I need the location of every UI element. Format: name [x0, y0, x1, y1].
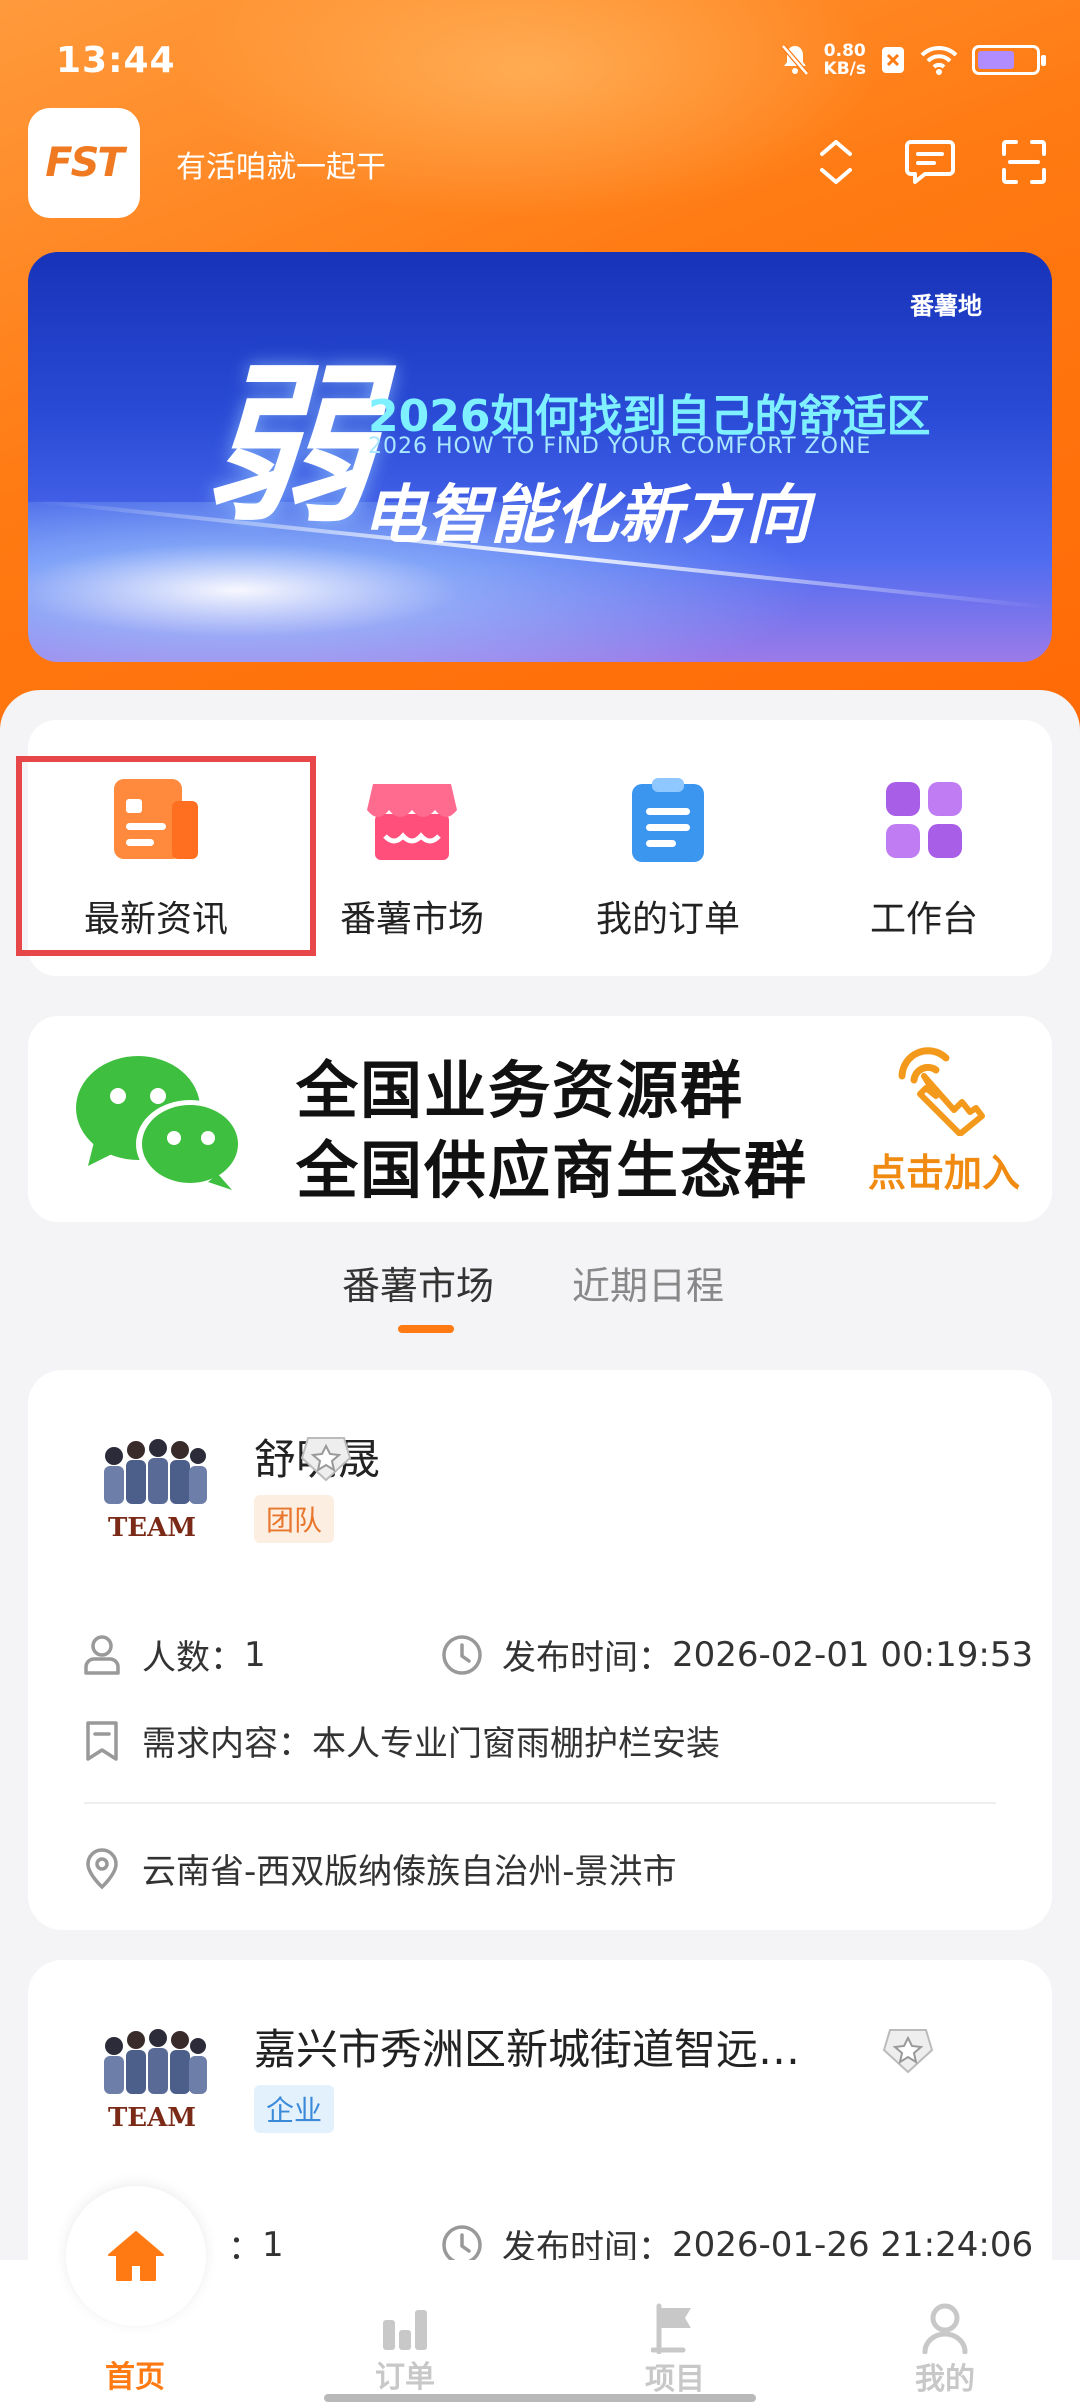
tab-market[interactable]: 番薯市场: [342, 1255, 494, 1310]
location-value: 云南省-西双版纳傣族自治州-景洪市: [142, 1852, 677, 1892]
nav-mine[interactable]: 我的: [810, 2260, 1080, 2408]
star-badge-icon: [882, 2029, 934, 2074]
nav-orders-label: 订单: [375, 2360, 435, 2395]
nav-mine-label: 我的: [915, 2362, 975, 2397]
gesture-bar: [324, 2394, 756, 2402]
battery-level: [978, 51, 1015, 69]
time-value: 2026-01-26 21:24:06: [672, 2224, 1034, 2265]
clipboard-icon: [620, 772, 716, 868]
wechat-group-banner[interactable]: 全国业务资源群 全国供应商生态群 点击加入: [28, 1016, 1052, 1222]
banner-subtitle-en: 2026 HOW TO FIND YOUR COMFORT ZONE: [368, 434, 872, 459]
nav-home-label: 首页: [105, 2360, 165, 2395]
banner-big-char: 弱: [204, 348, 375, 546]
star-badge-icon: [300, 1437, 352, 1482]
people-value: 1: [244, 1634, 266, 1675]
home-fab-button[interactable]: [66, 2186, 206, 2326]
quick-item-market[interactable]: 番薯市场: [284, 720, 540, 976]
card-publish-time: 发布时间： 2026-02-01 00:19:53: [440, 1630, 1033, 1679]
quick-label-workbench: 工作台: [869, 899, 978, 940]
quick-item-workbench[interactable]: 工作台: [796, 720, 1052, 976]
app-bar: FST 有活咱就一起干: [28, 108, 1052, 218]
wechat-join-link[interactable]: 点击加入: [868, 1142, 1020, 1197]
quick-item-orders[interactable]: 我的订单: [540, 720, 796, 976]
scan-icon: [1002, 140, 1046, 184]
nav-projects-label: 项目: [645, 2362, 705, 2397]
net-speed-value: 0.80: [823, 41, 866, 61]
message-icon: [905, 140, 955, 184]
card-name: 嘉兴市秀洲区新城街道智远…: [254, 2025, 801, 2074]
clock-icon: [440, 1633, 484, 1677]
net-speed-unit: KB/s: [823, 59, 866, 79]
card-location: 云南省-西双版纳傣族自治州-景洪市: [80, 1844, 677, 1893]
bar-chart-icon: [383, 2310, 427, 2350]
flag-icon: [651, 2303, 691, 2354]
card-people: 人数： 1: [80, 1630, 266, 1679]
store-icon: [364, 772, 460, 868]
demand-label: 需求内容：: [142, 1724, 312, 1764]
tab-indicator: [398, 1325, 454, 1333]
expand-arrows-icon: [820, 140, 852, 184]
team-avatar: TEAM: [104, 1439, 207, 1543]
card-type-badge: 企业: [254, 2085, 335, 2133]
time-value: 2026-02-01 00:19:53: [672, 1634, 1034, 1675]
wifi-icon: [920, 45, 958, 75]
avatar-team-text: TEAM: [108, 1513, 196, 1543]
status-icons: 0.80 KB/s: [780, 42, 1046, 78]
message-button[interactable]: [902, 134, 958, 190]
promo-banner[interactable]: 番薯地 弱 2026如何找到自己的舒适区 2026 HOW TO FIND YO…: [28, 252, 1052, 662]
nav-orders[interactable]: 订单: [270, 2260, 540, 2408]
people-value: 1: [262, 2224, 284, 2265]
wechat-line2: 全国供应商生态群: [296, 1134, 809, 1207]
card-demand: 需求内容： 本人专业门窗雨棚护栏安装: [80, 1716, 720, 1765]
wechat-icon: [76, 1056, 244, 1190]
status-time: 13:44: [56, 40, 176, 81]
app-screen: 13:44 0.80 KB/s FST 有活咱就一起干 番薯地 弱 2026如何…: [0, 0, 1080, 2408]
market-card[interactable]: TEAM 舒明晟 团队 人数： 1 发布时间： 2026-02-01 00:19…: [28, 1370, 1052, 1930]
nav-projects[interactable]: 项目: [540, 2260, 810, 2408]
tap-hand-icon: [898, 1047, 985, 1136]
app-slogan: 有活咱就一起干: [176, 150, 386, 185]
content-tabs: 番薯市场 近期日程: [0, 1255, 1080, 1335]
banner-subtitle: 电智能化新方向: [362, 479, 810, 553]
demand-value: 本人专业门窗雨棚护栏安装: [312, 1724, 720, 1764]
scan-button[interactable]: [996, 134, 1052, 190]
card-type-badge: 团队: [254, 1495, 335, 1543]
sim-off-icon: [882, 47, 904, 73]
highlight-box: [16, 756, 316, 956]
battery-icon: [972, 45, 1046, 75]
location-pin-icon: [80, 1847, 124, 1891]
quick-label-orders: 我的订单: [595, 899, 740, 940]
net-speed: 0.80 KB/s: [824, 42, 866, 78]
avatar-team-text: TEAM: [108, 2103, 196, 2133]
quick-label-market: 番薯市场: [339, 899, 484, 940]
user-icon: [80, 1633, 124, 1677]
user-profile-icon: [922, 2303, 968, 2354]
mute-bell-icon: [780, 44, 809, 76]
top-actions: [808, 134, 1052, 190]
app-logo-text: FST: [45, 140, 124, 186]
banner-tag: 番薯地: [910, 292, 982, 320]
time-label: 发布时间：: [502, 1638, 672, 1678]
bookmark-icon: [80, 1719, 124, 1763]
card-divider: [84, 1802, 996, 1804]
team-avatar: TEAM: [104, 2029, 207, 2133]
app-logo: FST: [28, 108, 140, 218]
people-label: 人数：: [142, 1638, 244, 1678]
status-bar: 13:44 0.80 KB/s: [0, 0, 1080, 120]
home-icon: [108, 2231, 164, 2281]
wechat-line1: 全国业务资源群: [296, 1054, 745, 1127]
grid-icon: [876, 772, 972, 868]
tab-schedule[interactable]: 近期日程: [572, 1255, 724, 1310]
switch-button[interactable]: [808, 134, 864, 190]
